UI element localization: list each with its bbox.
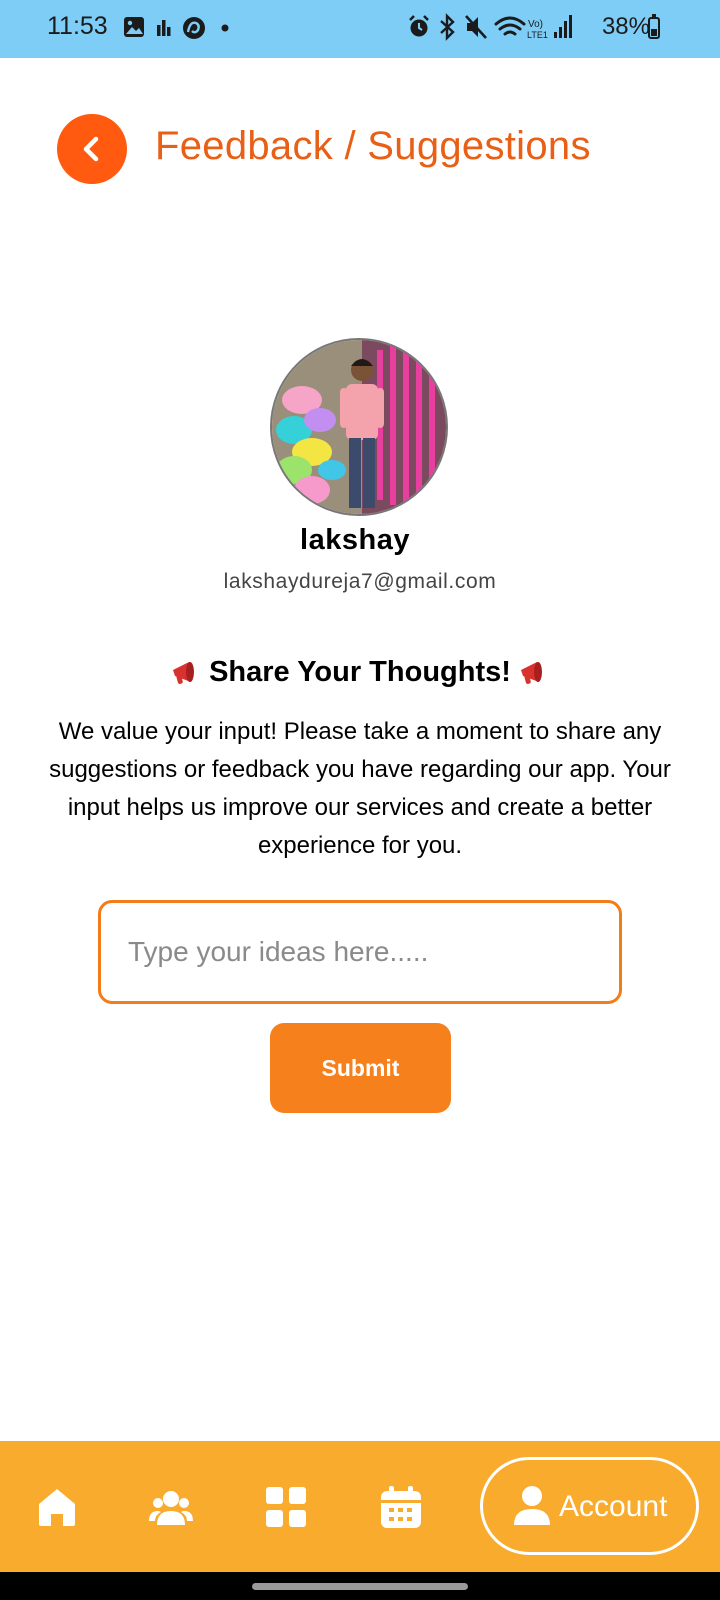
user-email: lakshaydureja7@gmail.com bbox=[223, 570, 497, 593]
ideas-input[interactable] bbox=[98, 900, 622, 1004]
account-label: Account bbox=[559, 1490, 668, 1523]
battery-icon bbox=[648, 14, 660, 39]
person-icon bbox=[514, 1486, 550, 1525]
status-time: 11:53 bbox=[47, 12, 108, 40]
nav-account[interactable]: Account bbox=[480, 1457, 699, 1555]
grid-icon bbox=[266, 1486, 306, 1527]
nav-calendar[interactable] bbox=[356, 1441, 446, 1572]
megaphone-icon bbox=[173, 662, 195, 685]
wifi-icon bbox=[494, 16, 526, 36]
description-text: We value your input! Please take a momen… bbox=[49, 718, 671, 859]
share-heading: Share Your Thoughts! bbox=[0, 656, 720, 690]
back-button[interactable] bbox=[57, 114, 127, 184]
profile-photo bbox=[272, 340, 446, 514]
battery-percent: 38% bbox=[601, 13, 650, 40]
alarm-icon bbox=[409, 15, 429, 37]
status-bar: 11:53 Vo) LTE1 38% bbox=[0, 0, 720, 58]
user-name: lakshay bbox=[300, 524, 410, 556]
nav-home[interactable] bbox=[12, 1441, 102, 1572]
page-title: Feedback / Suggestions bbox=[155, 124, 591, 168]
signal-icon bbox=[554, 15, 572, 38]
share-heading-text: Share Your Thoughts! bbox=[209, 656, 511, 688]
nav-users[interactable] bbox=[126, 1441, 216, 1572]
nav-grid[interactable] bbox=[241, 1441, 331, 1572]
bottom-nav: Account bbox=[0, 1441, 720, 1572]
megaphone-icon bbox=[520, 662, 542, 685]
svg-text:LTE1: LTE1 bbox=[527, 30, 548, 40]
users-icon bbox=[149, 1490, 193, 1525]
avatar bbox=[270, 338, 448, 516]
dot-icon bbox=[221, 24, 229, 32]
bluetooth-icon bbox=[440, 13, 455, 41]
network-label: Vo) bbox=[528, 19, 543, 30]
home-gesture-handle[interactable] bbox=[252, 1583, 468, 1590]
mute-icon bbox=[465, 15, 487, 39]
home-icon bbox=[39, 1488, 75, 1526]
submit-button[interactable]: Submit bbox=[270, 1023, 451, 1113]
calendar-icon bbox=[381, 1485, 421, 1528]
stats-icon bbox=[157, 20, 171, 36]
gesture-bar bbox=[0, 1572, 720, 1600]
app-icon bbox=[183, 17, 205, 39]
gallery-icon bbox=[124, 17, 144, 37]
header: Feedback / Suggestions bbox=[0, 58, 720, 242]
status-left-icons bbox=[124, 17, 229, 39]
chevron-left-icon bbox=[83, 136, 99, 162]
